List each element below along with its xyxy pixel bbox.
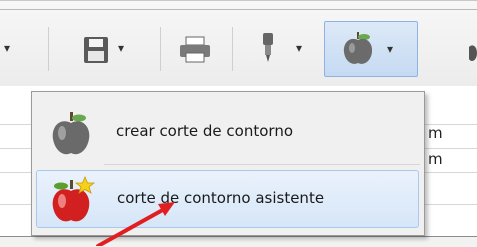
print-button[interactable]	[178, 23, 218, 73]
menu-item-create-contour-cut[interactable]: crear corte de contorno	[36, 104, 419, 162]
chevron-down-icon[interactable]: ▾	[4, 41, 10, 55]
chevron-down-icon[interactable]: ▾	[118, 41, 124, 55]
document-cell-text: m	[428, 124, 443, 142]
contour-cut-dropdown-menu: crear corte de contorno corte de contorn…	[31, 91, 425, 236]
menu-item-label: crear corte de contorno	[116, 122, 294, 140]
save-button[interactable]: ▾	[78, 23, 148, 73]
partial-toolbar-icon[interactable]	[467, 37, 477, 67]
toolbar-separator	[48, 27, 49, 71]
menu-divider	[104, 164, 420, 165]
cutter-tool-button[interactable]: ▾	[252, 23, 312, 73]
apple-wizard-icon	[52, 175, 96, 222]
menu-item-label: corte de contorno asistente	[117, 189, 325, 207]
chevron-down-icon[interactable]: ▾	[296, 41, 302, 55]
apple-icon	[343, 32, 373, 64]
document-cell-text: m	[428, 150, 443, 168]
toolbar: ▾ ▾ ▾ ▾	[0, 0, 477, 87]
chevron-down-icon[interactable]: ▾	[387, 42, 393, 56]
toolbar-separator	[232, 27, 233, 71]
apple-icon	[52, 112, 90, 155]
ruler	[0, 236, 477, 247]
toolbar-top-border	[0, 9, 477, 10]
printer-icon	[180, 36, 210, 63]
cutter-blade-icon	[263, 33, 273, 62]
menu-item-contour-cut-wizard[interactable]: corte de contorno asistente	[36, 170, 419, 228]
toolbar-separator	[160, 27, 161, 71]
contour-cut-dropdown-button[interactable]: ▾	[324, 21, 418, 77]
floppy-disk-icon	[84, 37, 108, 63]
